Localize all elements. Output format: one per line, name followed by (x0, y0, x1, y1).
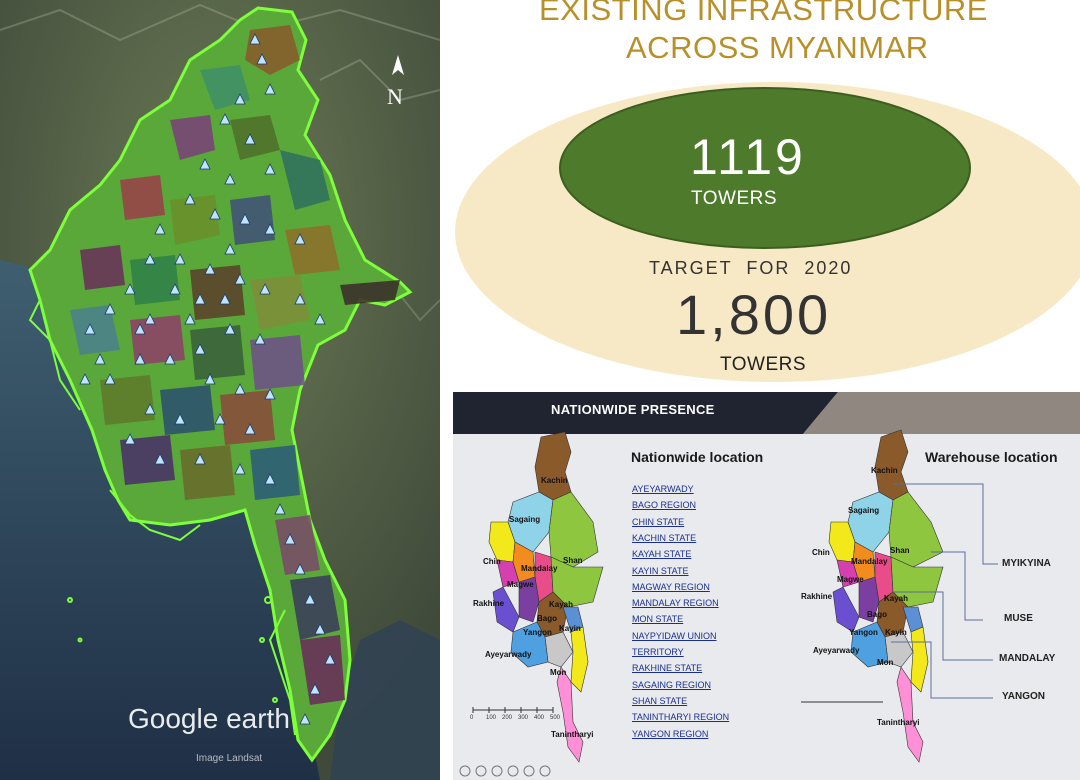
region-link[interactable]: AYEYARWADY (632, 484, 694, 494)
map-label-chin: Chin (483, 557, 501, 566)
warehouse-label-myikyina: MYIKYINA (1002, 558, 1051, 569)
existing-unit: TOWERS (691, 188, 778, 209)
wh-map-label-shan: Shan (890, 546, 910, 555)
wh-map-label-mandalay: Mandalay (851, 557, 888, 566)
title-line-2: ACROSS MYANMAR (626, 30, 929, 65)
scale-tick-label: 0 (470, 715, 474, 721)
region-link[interactable]: SAGAING REGION (632, 680, 711, 690)
region-link[interactable]: TERRITORY (632, 647, 684, 657)
region-link[interactable]: MAGWAY REGION (632, 582, 710, 592)
target-label: TARGET FOR 2020 (649, 258, 853, 278)
nationwide-heading: Nationwide location (631, 449, 764, 465)
region-link[interactable]: NAYPYIDAW UNION (632, 631, 717, 641)
infrastructure-infographic: EXISTING INFRASTRUCTURE ACROSS MYANMAR 1… (440, 0, 1080, 390)
map-label-ayeyarwady: Ayeyarwady (485, 650, 532, 659)
region-link[interactable]: CHIN STATE (632, 517, 684, 527)
region-link[interactable]: KAYIN STATE (632, 566, 689, 576)
scale-tick-label: 200 (502, 715, 513, 721)
scale-bar (472, 707, 554, 713)
region-link[interactable]: YANGON REGION (632, 729, 708, 739)
map-label-bago: Bago (537, 614, 557, 623)
target-count: 1,800 (676, 283, 832, 346)
map-label-kachin: Kachin (541, 476, 568, 485)
map-label-yangon: Yangon (523, 628, 552, 637)
wh-map-label-sagaing: Sagaing (848, 506, 880, 515)
target-unit: TOWERS (720, 354, 807, 375)
map-label-shan: Shan (563, 556, 583, 565)
wh-map-label-bago: Bago (867, 610, 887, 619)
wh-map-label-kachin: Kachin (871, 466, 898, 475)
region-link[interactable]: KAYAH STATE (632, 549, 691, 559)
wh-map-label-chin: Chin (812, 548, 830, 557)
compass-letter: N (387, 84, 403, 109)
region-link[interactable]: KACHIN STATE (632, 533, 696, 543)
map-label-kayin: Kayin (559, 624, 581, 633)
region-link[interactable]: MANDALAY REGION (632, 598, 719, 608)
map-label-sagaing: Sagaing (509, 515, 541, 524)
wh-map-label-mon: Mon (877, 658, 894, 667)
warehouse-heading: Warehouse location (925, 449, 1058, 465)
region-link[interactable]: MON STATE (632, 614, 683, 624)
google-earth-watermark: Google earth (128, 703, 290, 734)
scale-tick-label: 400 (534, 715, 545, 721)
map-label-magwe: Magwe (507, 580, 534, 589)
wh-map-label-kayah: Kayah (884, 594, 909, 603)
map-label-mon: Mon (550, 668, 567, 677)
imagery-credit: Image Landsat (196, 753, 262, 764)
satellite-map-panel: N Google earth Image Landsat (0, 0, 440, 780)
region-link[interactable]: SHAN STATE (632, 696, 687, 706)
nationwide-presence-slide: NATIONWIDE PRESENCE Nationwide location … (453, 392, 1080, 780)
scale-tick-label: 300 (518, 715, 529, 721)
banner-grey (803, 392, 1080, 434)
banner-title: NATIONWIDE PRESENCE (551, 402, 715, 417)
wh-map-label-rakhine: Rakhine (801, 592, 833, 601)
scale-tick-label: 100 (486, 715, 497, 721)
wh-map-label-ayeyarwady: Ayeyarwady (813, 646, 860, 655)
map-label-kayah: Kayah (549, 600, 574, 609)
region-link[interactable]: BAGO REGION (632, 500, 696, 510)
region-link[interactable]: TANINTHARYI REGION (632, 712, 729, 722)
satellite-map: N Google earth Image Landsat (0, 0, 440, 780)
wh-map-label-kayin: Kayin (885, 628, 907, 637)
region-link[interactable]: RAKHINE STATE (632, 663, 702, 673)
scale-tick-label: 500 (550, 715, 561, 721)
warehouse-label-yangon: YANGON (1002, 691, 1045, 702)
warehouse-label-mandalay: MANDALAY (999, 653, 1056, 664)
existing-count: 1119 (690, 129, 806, 185)
map-label-mandalay: Mandalay (521, 564, 558, 573)
map-label-tanintharyi: Tanintharyi (551, 730, 594, 739)
slide-toolbar (459, 765, 551, 777)
warehouse-label-muse: MUSE (1004, 613, 1033, 624)
wh-map-label-yangon: Yangon (849, 628, 878, 637)
title-line-1: EXISTING INFRASTRUCTURE (539, 0, 988, 27)
wh-map-label-magwe: Magwe (837, 575, 864, 584)
map-label-rakhine: Rakhine (473, 599, 505, 608)
wh-map-label-tanintharyi: Tanintharyi (877, 718, 920, 727)
